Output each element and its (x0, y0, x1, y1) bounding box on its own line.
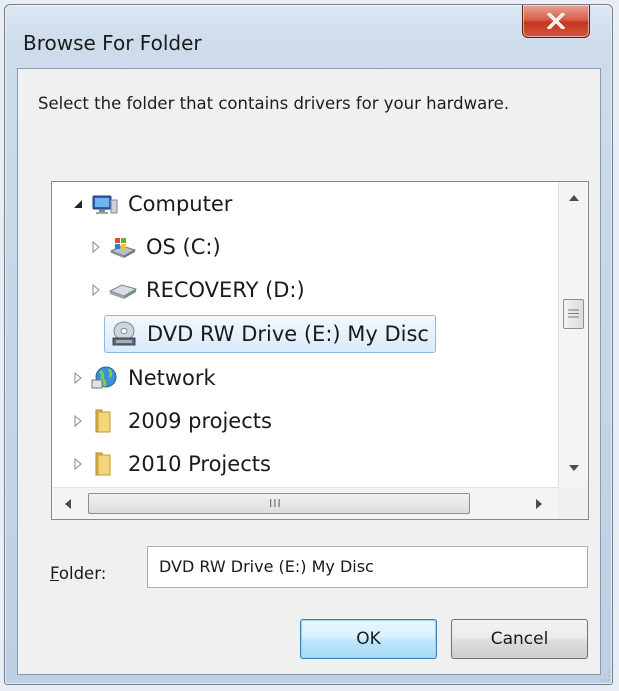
folder-label: Folder: (50, 564, 107, 583)
folder-icon (95, 409, 111, 433)
computer-icon (92, 195, 118, 214)
folder-icon (95, 452, 111, 476)
tree-item-2010-projects[interactable]: 2010 Projects (90, 445, 271, 483)
windows-drive-icon (109, 238, 137, 258)
collapsed-arrow-icon[interactable] (71, 414, 85, 428)
tree-item-os-c[interactable]: OS (C:) (108, 228, 221, 266)
window-title: Browse For Folder (23, 31, 202, 55)
tree-item-label: OS (C:) (146, 235, 221, 259)
scrollbar-corner (558, 487, 588, 519)
hard-drive-icon (108, 284, 138, 299)
tree-item-computer[interactable]: Computer (90, 185, 232, 223)
tree-item-recovery-d[interactable]: RECOVERY (D:) (108, 271, 305, 309)
collapsed-arrow-icon[interactable] (71, 371, 85, 385)
tree-item-2009-projects[interactable]: 2009 projects (90, 402, 272, 440)
ok-button[interactable]: OK (300, 619, 437, 659)
tree-item-label: 2009 projects (128, 409, 272, 433)
tree-item-label: RECOVERY (D:) (146, 278, 305, 302)
close-button[interactable] (522, 5, 590, 38)
network-icon (91, 366, 117, 389)
collapsed-arrow-icon[interactable] (89, 283, 103, 297)
cancel-button[interactable]: Cancel (451, 619, 588, 659)
collapsed-arrow-icon[interactable] (71, 457, 85, 471)
horizontal-scrollbar[interactable]: III (52, 487, 558, 519)
horizontal-scroll-thumb[interactable]: III (88, 493, 470, 514)
grip-icon (568, 309, 579, 318)
tree-item-label: DVD RW Drive (E:) My Disc (147, 322, 429, 346)
collapsed-arrow-icon[interactable] (89, 240, 103, 254)
tree-item-dvd-rw-drive-e[interactable]: DVD RW Drive (E:) My Disc (104, 315, 436, 353)
scroll-left-arrow-icon[interactable] (64, 498, 72, 510)
tree-item-label: Computer (128, 192, 233, 216)
scroll-grip-label: III (269, 497, 282, 510)
tree-item-label: Network (128, 366, 216, 390)
close-icon (547, 13, 565, 29)
resize-grip-icon[interactable] (597, 669, 611, 683)
scroll-down-arrow-icon[interactable] (568, 464, 580, 472)
expanded-arrow-icon[interactable] (71, 197, 85, 211)
scroll-up-arrow-icon[interactable] (568, 194, 580, 202)
folder-path-field[interactable]: DVD RW Drive (E:) My Disc (147, 546, 588, 588)
dvd-drive-icon (112, 321, 136, 346)
folder-tree[interactable]: Computer OS (C:) RECOVERY (D:) DVD RW Dr… (51, 181, 589, 520)
vertical-scroll-thumb[interactable] (563, 299, 584, 329)
title-bar[interactable]: Browse For Folder (5, 5, 612, 69)
scroll-right-arrow-icon[interactable] (535, 498, 543, 510)
tree-item-label: 2010 Projects (128, 452, 271, 476)
vertical-scrollbar[interactable] (558, 182, 588, 487)
instruction-text: Select the folder that contains drivers … (38, 94, 510, 113)
tree-item-network[interactable]: Network (90, 359, 216, 397)
